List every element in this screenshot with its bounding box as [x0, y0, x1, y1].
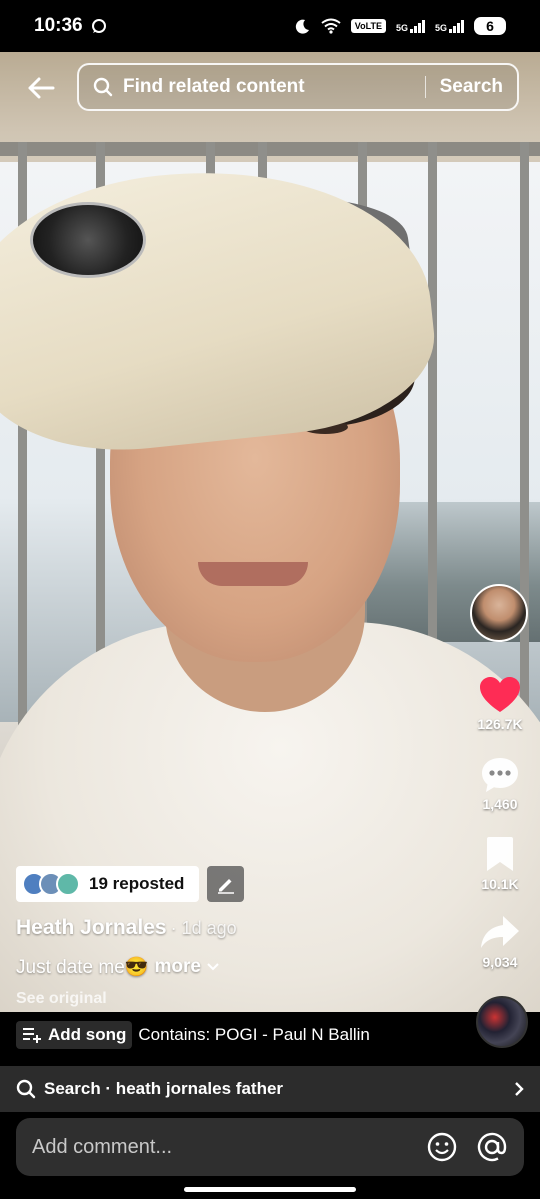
creator-avatar[interactable] — [470, 584, 528, 642]
wifi-icon — [321, 18, 341, 34]
caption-line[interactable]: Just date me😎 more — [16, 955, 219, 979]
search-input[interactable]: Find related content — [123, 76, 425, 98]
edit-repost-button[interactable] — [207, 866, 244, 902]
search-suggestion[interactable]: Search · heath jornales father — [0, 1066, 540, 1112]
signal-icon — [409, 19, 425, 33]
emoji-icon[interactable] — [426, 1131, 458, 1163]
author-line[interactable]: Heath Jornales · 1d ago — [16, 916, 237, 940]
reposter-avatar — [56, 872, 80, 896]
window-bar — [520, 142, 529, 742]
search-bar[interactable]: Find related content Search — [77, 63, 519, 111]
chat-bubble-icon — [91, 19, 106, 33]
mention-icon[interactable] — [476, 1131, 508, 1163]
moon-icon — [295, 19, 309, 34]
window-rail — [0, 142, 540, 156]
network-type-1: 5G — [395, 23, 408, 33]
add-song-button[interactable]: Add song — [16, 1021, 133, 1049]
author-name[interactable]: Heath Jornales — [16, 916, 167, 939]
pencil-icon — [217, 879, 234, 894]
caption-text: Just date me😎 — [16, 957, 149, 978]
volte-badge: VoLTE — [350, 19, 386, 33]
like-action[interactable]: 126.7K — [470, 676, 530, 732]
bookmark-icon — [487, 837, 513, 871]
add-playlist-icon — [23, 1028, 41, 1043]
share-arrow-icon — [481, 916, 519, 948]
comment-icon — [482, 758, 518, 792]
comment-action[interactable]: 1,460 — [470, 756, 530, 812]
search-icon — [16, 1079, 36, 1099]
battery-indicator: 6 — [474, 17, 506, 35]
home-indicator — [184, 1187, 356, 1192]
suggestion-text: Search · heath jornales father — [44, 1079, 284, 1098]
status-time: 10:36 — [34, 15, 83, 36]
share-action[interactable]: 9,034 — [470, 914, 530, 970]
comment-count: 1,460 — [482, 796, 518, 812]
status-bar: 10:36 VoLTE 5G 5G 6 — [0, 0, 540, 52]
save-action[interactable]: 10.1K — [470, 836, 530, 892]
arrow-left-icon — [28, 77, 55, 99]
more-button[interactable]: more — [154, 956, 200, 978]
comment-placeholder: Add comment... — [32, 1135, 173, 1158]
share-count: 9,034 — [482, 954, 518, 970]
music-disc[interactable] — [476, 996, 528, 1048]
like-count: 126.7K — [477, 716, 523, 732]
person-mouth — [198, 562, 308, 586]
add-song-label: Add song — [48, 1025, 127, 1044]
signal-icon — [449, 19, 464, 33]
comment-input[interactable]: Add comment... — [16, 1118, 524, 1176]
reposted-chip[interactable]: 19 reposted — [16, 866, 199, 902]
cap-sticker — [30, 202, 146, 278]
heart-icon — [480, 677, 520, 712]
back-button[interactable] — [20, 70, 62, 106]
search-icon — [93, 77, 113, 97]
search-button[interactable]: Search — [440, 76, 503, 98]
save-count: 10.1K — [481, 876, 519, 892]
post-time: · 1d ago — [170, 918, 237, 938]
music-contains[interactable]: Contains: POGI - Paul N Ballin — [138, 1025, 369, 1045]
music-bar: Add song Contains: POGI - Paul N Ballin — [0, 1012, 540, 1058]
search-divider — [424, 76, 426, 98]
see-original-link[interactable]: See original — [16, 990, 107, 1008]
network-type-2: 5G — [434, 23, 447, 33]
reposted-count: 19 reposted — [89, 874, 185, 893]
chevron-right-icon — [515, 1082, 524, 1096]
chevron-down-icon — [207, 963, 219, 971]
